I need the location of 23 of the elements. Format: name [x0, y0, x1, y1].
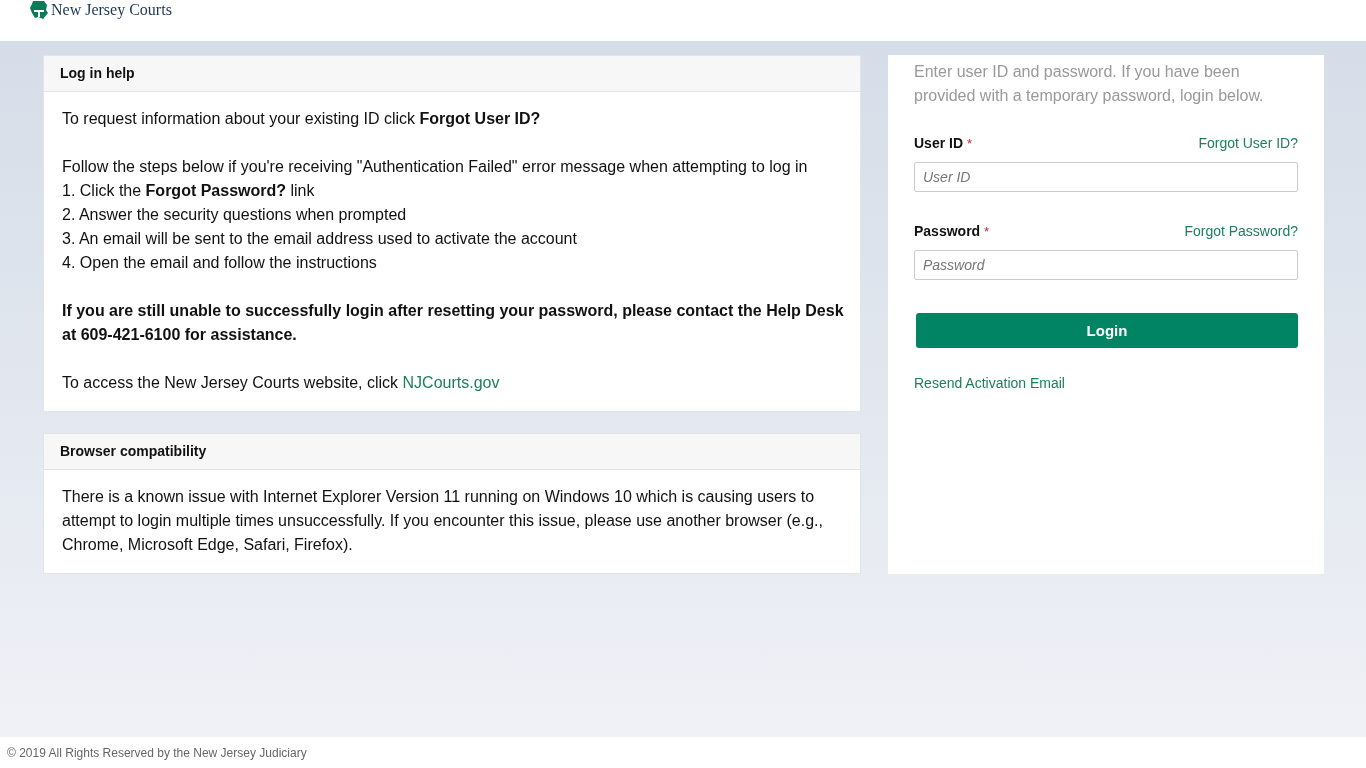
login-button[interactable]: Login: [916, 313, 1298, 348]
step-text: 3. An email will be sent to the email address used to activate the account: [62, 229, 578, 249]
paragraph-text: To access the New Jersey Courts website, click NJCourts.gov: [62, 373, 501, 393]
website-link[interactable]: NJCourts.gov: [402, 374, 500, 391]
step-text: 1. Click the Forgot Password? link: [62, 181, 316, 201]
resend-link[interactable]: Resend Activation Email: [914, 373, 1065, 393]
logo-text: New Jersey Courts: [51, 1, 172, 19]
input-field[interactable]: User ID: [914, 162, 1298, 192]
paragraph-text: There is a known issue with Internet Explorer Version 11 running on Windows 10 which is causing users to attempt to login multiple times unsuccessfully. If you encounter this issue, please use another browser (e.g., Chrome, Microsoft Edge, Safari, Firefox).: [62, 487, 824, 555]
intro-text: Enter user ID and password. If you have been provided with a temporary password, login below.: [914, 62, 1265, 106]
copyright-text: © 2019 All Rights Reserved by the New Jersey Judiciary: [7, 745, 307, 760]
input-field[interactable]: Password: [914, 250, 1298, 280]
field-label: User ID *: [914, 135, 972, 151]
forgot-link[interactable]: Forgot User ID?: [1198, 135, 1298, 151]
field-label: Password *: [914, 223, 990, 239]
paragraph-text: To request information about your existing ID click Forgot User ID?: [62, 109, 542, 129]
paragraph-text: Follow the steps below if you're receiving "Authentication Failed" error message when attempting to log in: [62, 157, 809, 177]
step-text: 4. Open the email and follow the instructions: [62, 253, 378, 273]
step-text: 2. Answer the security questions when prompted: [62, 205, 408, 225]
panel-title: Browser compatibility: [44, 434, 860, 470]
panel-title: Log in help: [44, 56, 860, 92]
forgot-link[interactable]: Forgot Password?: [1184, 223, 1298, 239]
notice-text: If you are still unable to successfully login after resetting your password, please contact the Help Desk at 609-421-6100 for assistance.: [62, 301, 845, 345]
